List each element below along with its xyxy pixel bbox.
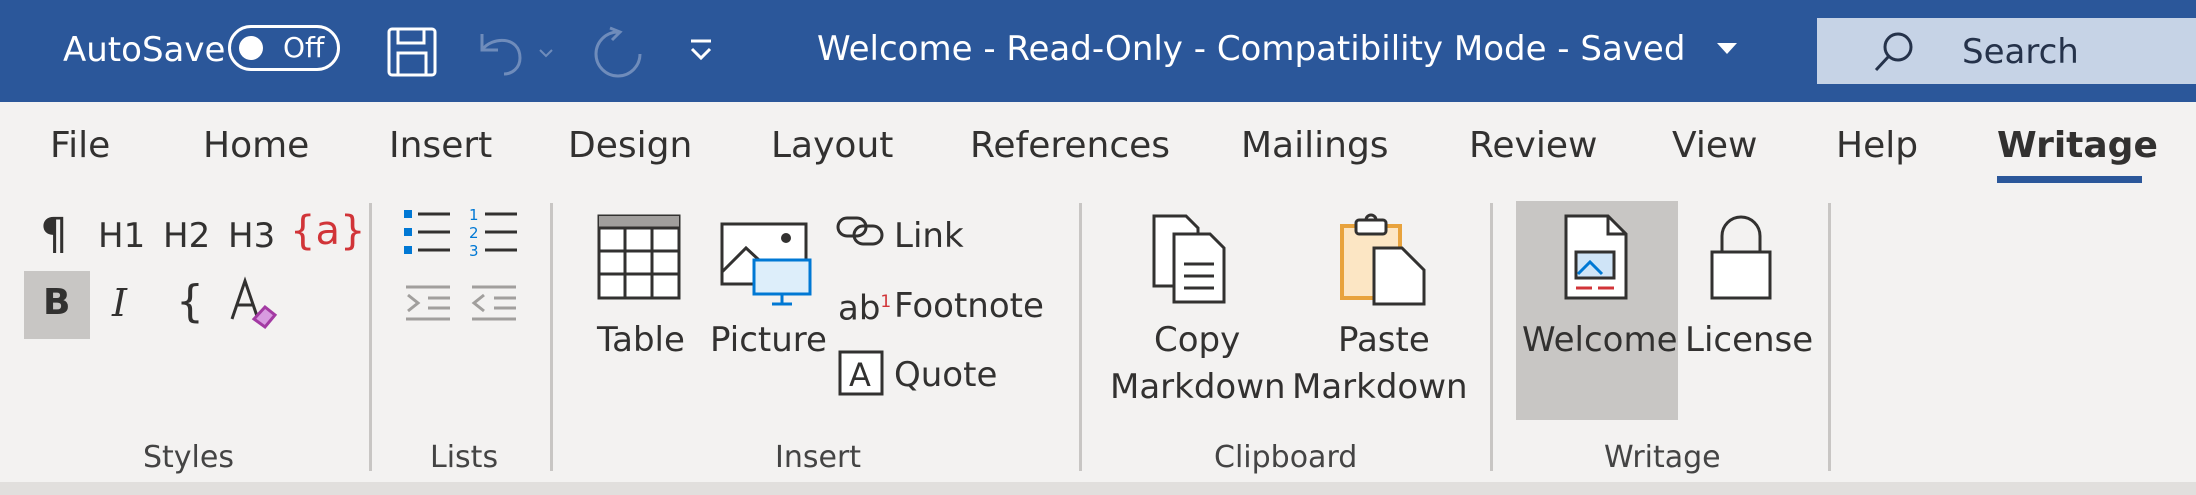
search-box[interactable]: Search (1817, 18, 2196, 84)
tab-file[interactable]: File (50, 123, 110, 169)
h1-button[interactable]: H1 (98, 216, 145, 256)
search-icon (1874, 32, 1913, 72)
numbered-list-icon[interactable]: 1 2 3 (469, 206, 519, 260)
autosave-label: AutoSave (63, 30, 226, 70)
lists-group-label: Lists (430, 440, 499, 475)
ribbon-bottom-edge (0, 482, 2196, 495)
group-divider (1079, 203, 1082, 471)
quote-button-label[interactable]: Quote (894, 355, 997, 395)
italic-button[interactable]: I (112, 278, 127, 328)
increase-indent-icon[interactable] (406, 285, 452, 321)
title-dropdown-icon[interactable] (1716, 42, 1738, 56)
tab-references[interactable]: References (970, 123, 1170, 169)
tab-mailings[interactable]: Mailings (1241, 123, 1389, 169)
group-divider (1490, 203, 1493, 471)
toggle-knob (239, 36, 263, 60)
license-button-label[interactable]: License (1685, 320, 1813, 360)
link-button-label[interactable]: Link (894, 216, 964, 256)
clear-formatting-icon[interactable] (229, 275, 279, 331)
welcome-button-label[interactable]: Welcome (1522, 320, 1678, 360)
paste-markdown-label-2[interactable]: Markdown (1292, 367, 1468, 407)
insert-group-label: Insert (775, 440, 862, 475)
writage-group-label: Writage (1604, 440, 1721, 475)
tab-help[interactable]: Help (1836, 123, 1918, 169)
variable-button[interactable]: {a} (290, 208, 365, 254)
tab-insert[interactable]: Insert (389, 123, 492, 169)
decrease-indent-icon[interactable] (471, 285, 518, 321)
picture-icon[interactable] (720, 222, 814, 308)
table-button-label[interactable]: Table (597, 320, 685, 360)
tab-layout[interactable]: Layout (771, 123, 893, 169)
bullet-list-icon[interactable] (404, 210, 452, 256)
welcome-document-icon[interactable] (1564, 214, 1630, 300)
styles-group-label: Styles (143, 440, 234, 475)
svg-text:2: 2 (469, 224, 479, 242)
svg-text:A: A (849, 356, 871, 394)
autosave-state: Off (283, 31, 325, 64)
h2-button[interactable]: H2 (163, 216, 210, 256)
copy-markdown-icon[interactable] (1152, 214, 1238, 304)
clipboard-group-label: Clipboard (1214, 440, 1358, 475)
svg-text:3: 3 (469, 242, 479, 260)
group-divider (369, 203, 372, 471)
save-icon[interactable] (386, 26, 438, 78)
search-label: Search (1962, 32, 2079, 72)
tab-home[interactable]: Home (203, 123, 309, 169)
h3-button[interactable]: H3 (228, 216, 275, 256)
title-bar: AutoSave Off Welcome - Read-Only - Compa… (0, 0, 2196, 102)
paste-markdown-icon[interactable] (1340, 213, 1430, 306)
document-title[interactable]: Welcome - Read-Only - Compatibility Mode… (817, 29, 1685, 69)
footnote-icon[interactable]: ab1 (838, 282, 891, 328)
tab-review[interactable]: Review (1469, 123, 1597, 169)
autosave-toggle[interactable]: Off (228, 25, 340, 71)
bold-button[interactable]: B (43, 278, 70, 328)
link-icon[interactable] (836, 216, 886, 246)
group-divider (550, 203, 553, 471)
footnote-button-label[interactable]: Footnote (894, 286, 1044, 326)
table-icon[interactable] (597, 214, 681, 300)
picture-button-label[interactable]: Picture (710, 320, 827, 360)
paragraph-button[interactable]: ¶ (40, 210, 68, 260)
code-button[interactable]: { (176, 276, 204, 328)
paste-markdown-label-1[interactable]: Paste (1338, 320, 1430, 360)
active-tab-indicator (1997, 176, 2142, 183)
quote-icon[interactable]: A (838, 350, 884, 396)
group-divider (1828, 203, 1831, 471)
redo-icon[interactable] (590, 26, 646, 80)
license-lock-icon[interactable] (1710, 214, 1772, 300)
copy-markdown-label-2[interactable]: Markdown (1110, 367, 1286, 407)
tab-view[interactable]: View (1672, 123, 1757, 169)
undo-icon[interactable] (474, 28, 554, 78)
svg-text:1: 1 (469, 206, 479, 224)
tab-design[interactable]: Design (568, 123, 692, 169)
copy-markdown-label-1[interactable]: Copy (1154, 320, 1240, 360)
tab-writage[interactable]: Writage (1997, 123, 2158, 169)
customize-toolbar-icon[interactable] (688, 38, 714, 64)
